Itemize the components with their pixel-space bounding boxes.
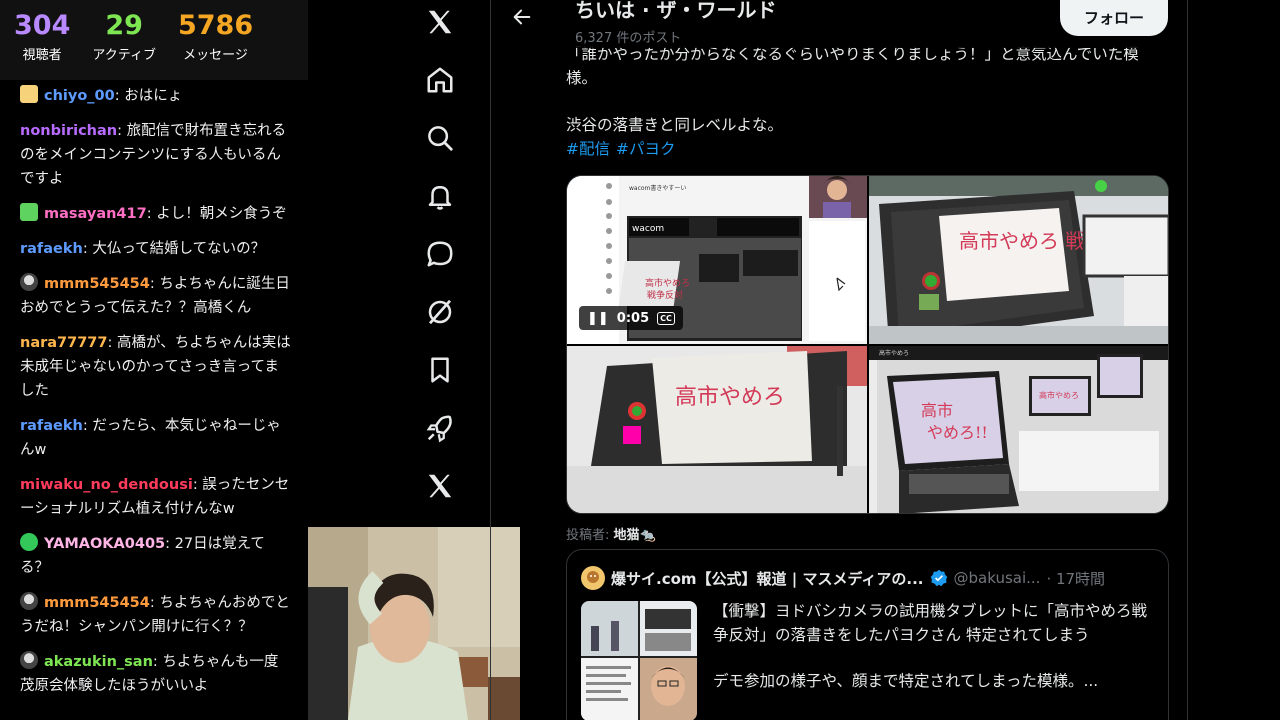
- tablet-graffiti: 高市やめろ: [675, 385, 785, 410]
- chat-bubble-icon[interactable]: [420, 234, 460, 274]
- tweet-text-line: 渋谷の落書きと同レベルよな。: [566, 116, 784, 134]
- quote-tweet-card[interactable]: 爆サイ.com【公式】報道 | マスメディアの... @bakusai... ·…: [566, 549, 1169, 720]
- x-premium-icon[interactable]: [420, 466, 460, 506]
- stream-stats: 304 視聴者 29 アクティブ 5786 メッセージ: [0, 0, 308, 88]
- follow-button[interactable]: フォロー: [1060, 0, 1168, 36]
- chat-username[interactable]: rafaekh: [20, 241, 83, 257]
- verified-green-badge-icon: [20, 533, 38, 551]
- quote-header: 爆サイ.com【公式】報道 | マスメディアの... @bakusai... ·…: [581, 566, 1105, 590]
- bell-icon[interactable]: [420, 176, 460, 216]
- active-stat: 29 アクティブ: [92, 10, 156, 88]
- svg-text:高市やめろ: 高市やめろ: [1039, 390, 1079, 400]
- video-controls[interactable]: ❚❚ 0:05 CC: [579, 306, 683, 330]
- chat-text: : よし！朝メシ食うぞ: [146, 206, 287, 222]
- media-photo[interactable]: 高市やめろ: [567, 346, 867, 513]
- chat-username[interactable]: nara77777: [20, 335, 108, 351]
- chat-message: rafaekh: 大仏って結婚してないの？: [20, 237, 292, 261]
- x-nav-rail: [400, 0, 480, 720]
- chat-message: chiyo_00: おはにょ: [20, 84, 292, 108]
- avatar-badge-icon: [20, 651, 38, 669]
- hashtag-link[interactable]: #配信: [566, 140, 610, 158]
- quote-avatar[interactable]: [581, 566, 605, 590]
- poster-label: 投稿者:: [566, 528, 610, 543]
- chat-username[interactable]: miwaku_no_dendousi: [20, 477, 193, 493]
- tile1-brand: wacom: [632, 224, 664, 234]
- chat-message: akazukin_san: ちよちゃんも一度茂原会体験したほうがいいよ: [20, 650, 292, 698]
- svg-text:高市やめろ: 高市やめろ: [645, 277, 690, 289]
- media-grid: wacom書きやすーい wacom 高市やめろ 戦争反対 ❚❚ 0:05 CC …: [566, 175, 1169, 514]
- video-timestamp: 0:05: [616, 310, 650, 326]
- pause-icon[interactable]: ❚❚: [587, 311, 609, 326]
- media-photo[interactable]: 高市やめろ 高市 やめろ!! 高市やめろ: [869, 346, 1168, 513]
- chat-message: mmm545454: ちよちゃんおめでとうだね！シャンパン開けに行く？？: [20, 591, 292, 639]
- verified-badge-icon: [930, 569, 947, 587]
- chat-message: masayan417: よし！朝メシ食うぞ: [20, 202, 292, 226]
- chat-message: mmm545454: ちよちゃんに誕生日おめでとうって伝えた？？高橋くん: [20, 272, 292, 320]
- back-arrow-icon[interactable]: [511, 6, 533, 28]
- svg-text:高市: 高市: [921, 401, 953, 420]
- avatar-badge-icon: [20, 273, 38, 291]
- chat-username[interactable]: akazukin_san: [44, 654, 153, 670]
- chat-username[interactable]: mmm545454: [44, 276, 150, 292]
- media-video[interactable]: wacom書きやすーい wacom 高市やめろ 戦争反対 ❚❚ 0:05 CC: [567, 176, 867, 344]
- quote-author-name[interactable]: 爆サイ.com【公式】報道 | マスメディアの...: [611, 568, 924, 589]
- chat-username[interactable]: YAMAOKA0405: [44, 536, 165, 552]
- rocket-icon[interactable]: [420, 408, 460, 448]
- poster-attribution: 投稿者: 地猫🐀: [566, 524, 656, 543]
- tile4-caption: 高市やめろ: [879, 349, 909, 357]
- gift-green-badge-icon: [20, 203, 38, 221]
- tweet-text-line: 「誰かやったか分からなくなるぐらいやりまくりましょう！」と意気込んでいた模様。: [566, 45, 1139, 87]
- chat-username[interactable]: rafaekh: [20, 418, 83, 434]
- profile-header: ちいは · ザ・ワールド 6,327 件のポスト フォロー: [491, 0, 1187, 48]
- chat-text: : おはにょ: [114, 88, 183, 104]
- media-photo[interactable]: 高市やめろ 戦争反対: [869, 176, 1168, 344]
- chat-message: miwaku_no_dendousi: 誤ったセンセーショナルリズム植え付けんな…: [20, 473, 292, 521]
- chat-message: YAMAOKA0405: 27日は覚えてる？: [20, 532, 292, 580]
- active-count: 29: [105, 10, 143, 41]
- profile-name: ちいは · ザ・ワールド: [575, 0, 777, 22]
- chat-message: rafaekh: だったら、本気じゃねーじゃんw: [20, 414, 292, 462]
- quote-body: 【衝撃】ヨドバシカメラの試用機タブレットに「高市やめろ戦争反対」の落書きをしたパ…: [713, 599, 1158, 715]
- tile1-title: wacom書きやすーい: [629, 184, 686, 192]
- chat-username[interactable]: chiyo_00: [44, 88, 115, 104]
- chat-username[interactable]: mmm545454: [44, 595, 150, 611]
- poster-name[interactable]: 地猫🐀: [614, 528, 656, 543]
- quote-timestamp: · 17時間: [1046, 569, 1106, 588]
- home-icon[interactable]: [420, 60, 460, 100]
- timeline-column: ちいは · ザ・ワールド 6,327 件のポスト フォロー 「誰かやったか分から…: [490, 0, 1188, 720]
- avatar-badge-icon: [20, 592, 38, 610]
- quote-thumbnail[interactable]: [581, 601, 697, 720]
- chat-username[interactable]: masayan417: [44, 206, 147, 222]
- grok-icon[interactable]: [420, 292, 460, 332]
- viewer-label: 視聴者: [22, 48, 62, 63]
- quote-handle: @bakusai...: [953, 569, 1041, 587]
- bookmark-icon[interactable]: [420, 350, 460, 390]
- message-label: メッセージ: [183, 48, 248, 63]
- tweet-body: 「誰かやったか分からなくなるぐらいやりまくりましょう！」と意気込んでいた模様。 …: [566, 42, 1166, 161]
- viewer-count: 304: [14, 10, 71, 41]
- chat-panel: chiyo_00: おはにょ nonbirichan: 旅配信で財布置き忘れるのを…: [0, 80, 308, 720]
- post-count: 6,327 件のポスト: [575, 31, 682, 46]
- viewer-stat: 304 視聴者: [14, 10, 70, 88]
- chat-message: nonbirichan: 旅配信で財布置き忘れるのをメインコンテンツにする人もい…: [20, 119, 292, 191]
- search-icon[interactable]: [420, 118, 460, 158]
- svg-text:やめろ!!: やめろ!!: [927, 423, 988, 442]
- active-label: アクティブ: [92, 48, 156, 63]
- cc-icon[interactable]: CC: [657, 311, 675, 325]
- message-count: 5786: [177, 10, 254, 41]
- x-logo-icon[interactable]: [420, 2, 460, 42]
- hashtag-row: #配信 #パヨク: [566, 137, 1166, 161]
- message-stat: 5786 メッセージ: [178, 10, 253, 88]
- quote-text-line: デモ参加の様子や、顔まで特定されてしまった模様。...: [713, 672, 1099, 690]
- chat-message: nara77777: 高橋が、ちよちゃんは実は未成年じゃないのかってさっき言って…: [20, 331, 292, 403]
- quote-text-line: 【衝撃】ヨドバシカメラの試用機タブレットに「高市やめろ戦争反対」の落書きをしたパ…: [713, 602, 1148, 644]
- svg-text:戦争反対: 戦争反対: [647, 289, 683, 301]
- chat-text: : 大仏って結婚してないの？: [82, 241, 266, 257]
- gift-badge-icon: [20, 85, 38, 103]
- chat-username[interactable]: nonbirichan: [20, 123, 117, 139]
- hashtag-link[interactable]: #パヨク: [616, 140, 676, 158]
